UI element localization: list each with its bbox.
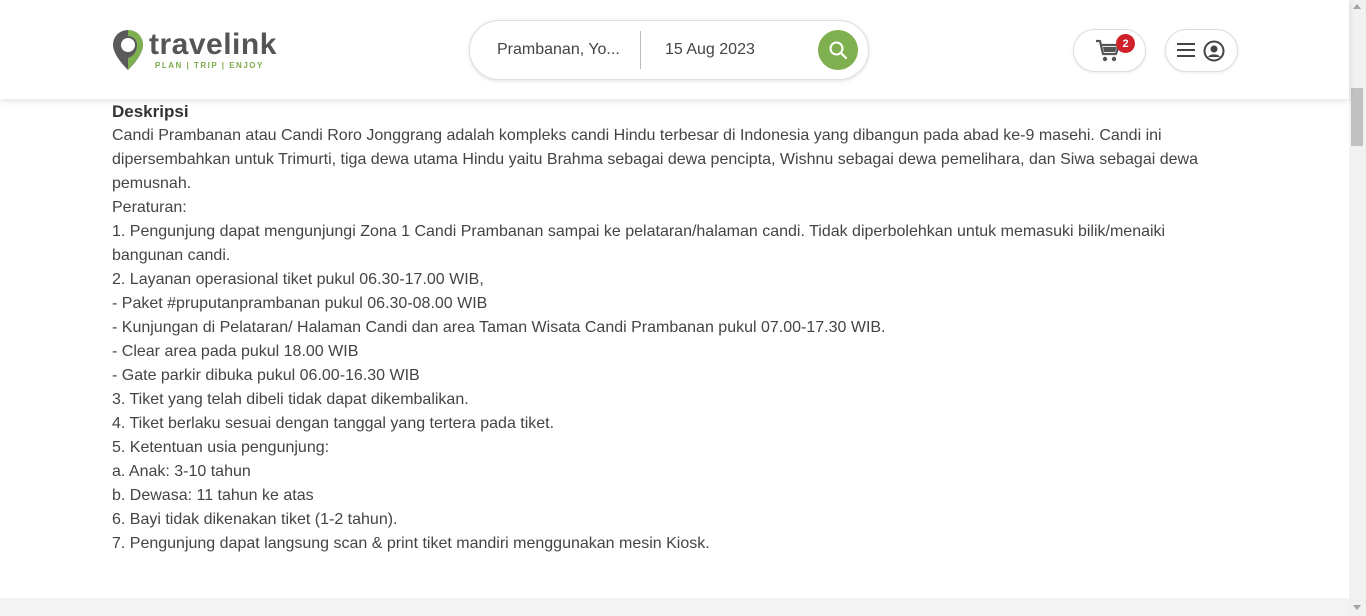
rules-list: Peraturan: 1. Pengunjung dapat mengunjun… [112,196,1222,556]
search-divider [640,31,641,69]
rules-line: 7. Pengunjung dapat langsung scan & prin… [112,535,710,552]
hamburger-icon [1177,43,1195,57]
user-avatar-icon [1203,40,1225,62]
footer-band [0,598,1349,616]
account-menu-button[interactable] [1165,29,1238,72]
map-pin-icon [113,30,143,70]
top-navbar: travelink PLAN | TRIP | ENJOY Prambanan,… [0,0,1349,99]
rules-line: b. Dewasa: 11 tahun ke atas [112,487,314,504]
rules-line: 1. Pengunjung dapat mengunjungi Zona 1 C… [112,223,1166,264]
cart-count-badge: 2 [1116,34,1135,53]
rules-line: Peraturan: [112,199,187,216]
rules-line: 6. Bayi tidak dikenakan tiket (1-2 tahun… [112,511,398,528]
rules-line: - Gate parkir dibuka pukul 06.00-16.30 W… [112,367,420,384]
logo-name: travelink [149,28,277,61]
search-icon [829,41,848,60]
rules-line: - Paket #pruputanprambanan pukul 06.30-0… [112,295,488,312]
scrollbar-thumb[interactable] [1351,88,1363,146]
logo-tagline: PLAN | TRIP | ENJOY [155,61,264,70]
cart-button[interactable]: 2 [1073,29,1146,72]
search-button[interactable] [818,30,858,70]
search-location-field[interactable]: Prambanan, Yo... [497,41,627,59]
travelink-logo[interactable]: travelink PLAN | TRIP | ENJOY [111,28,277,72]
search-bar[interactable]: Prambanan, Yo... 15 Aug 2023 [469,20,869,80]
description-intro: Candi Prambanan atau Candi Roro Jonggran… [112,127,1198,192]
rules-line: 4. Tiket berlaku sesuai dengan tanggal y… [112,415,555,432]
rules-line: 5. Ketentuan usia pengunjung: [112,439,330,456]
rules-line: - Clear area pada pukul 18.00 WIB [112,343,359,360]
rules-line: 2. Layanan operasional tiket pukul 06.30… [112,271,484,288]
description-title: Deskripsi [112,102,189,121]
rules-line: a. Anak: 3-10 tahun [112,463,251,480]
scroll-down-arrow-icon[interactable] [1353,605,1361,610]
rules-line: 3. Tiket yang telah dibeli tidak dapat d… [112,391,469,408]
page-scrollbar[interactable] [1349,0,1366,616]
scroll-up-arrow-icon[interactable] [1353,4,1361,9]
search-date-field[interactable]: 15 Aug 2023 [665,41,755,59]
description-section: Deskripsi Candi Prambanan atau Candi Ror… [112,100,1222,556]
rules-line: - Kunjungan di Pelataran/ Halaman Candi … [112,319,886,336]
